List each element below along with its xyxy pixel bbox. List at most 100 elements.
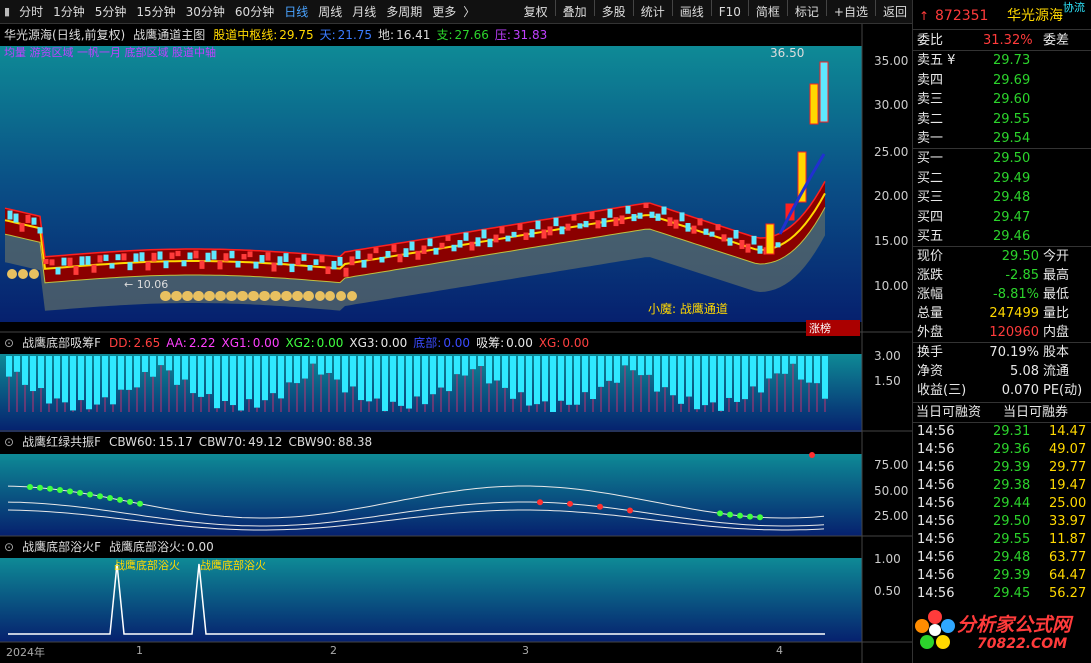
param-label: XG1:	[221, 336, 251, 350]
book-price: 29.73	[993, 53, 1031, 68]
book-row[interactable]: 卖五 ¥ 29.73	[913, 51, 1091, 70]
period-tab-1[interactable]: 1分钟	[48, 0, 90, 24]
tick-price: 29.38	[993, 478, 1031, 493]
book-row[interactable]: 买三 29.48	[913, 188, 1091, 207]
tool-button-7[interactable]: 标记	[790, 0, 824, 24]
book-row[interactable]: 卖四 29.69	[913, 71, 1091, 90]
tool-button-1[interactable]: 叠加	[558, 0, 592, 24]
low-price-value: 10.06	[136, 278, 169, 291]
period-tab-7[interactable]: 周线	[313, 0, 347, 24]
gongzhen-collapse-icon[interactable]: ⊙	[4, 433, 14, 451]
main-params: 股道中枢线: 29.75 天: 21.75 地: 16.41 支: 27.66 压: 31.83	[213, 26, 547, 44]
tool-button-3[interactable]: 统计	[636, 0, 670, 24]
book-row[interactable]: 卖二 29.55	[913, 110, 1091, 129]
xichou-bar	[542, 356, 548, 402]
period-tab-4[interactable]: 30分钟	[181, 0, 230, 24]
red-dot	[597, 503, 603, 510]
green-dot	[47, 485, 53, 492]
red-dot	[809, 452, 815, 458]
candle	[757, 245, 763, 254]
candle	[67, 257, 73, 267]
stock-label: 华光源海	[4, 28, 53, 42]
period-tab-9[interactable]: 多周期	[381, 0, 427, 24]
tab-margin-securities[interactable]: 当日可融券	[1003, 403, 1068, 422]
book-row[interactable]: 买四 29.47	[913, 208, 1091, 227]
stat-right-label: 最高	[1043, 268, 1070, 283]
period-tab-5[interactable]: 60分钟	[230, 0, 279, 24]
book-row[interactable]: 卖三 29.60	[913, 90, 1091, 109]
candle	[313, 259, 319, 265]
book-row[interactable]: 卖一 29.54	[913, 129, 1091, 148]
xichou-name[interactable]: 战鹰底部吸筹F	[22, 334, 101, 352]
tool-button-2[interactable]: 多股	[597, 0, 631, 24]
gongzhen-name[interactable]: 战鹰红绿共振F	[22, 433, 101, 451]
quote-right-hint[interactable]: 协流	[1063, 0, 1085, 19]
xichou-bar	[406, 356, 412, 409]
period-tab-6[interactable]: 日线	[279, 0, 313, 24]
candle	[19, 223, 25, 232]
candle	[535, 220, 541, 230]
candle	[97, 255, 103, 263]
tool-button-5[interactable]: F10	[714, 0, 746, 24]
green-dot	[77, 489, 83, 496]
xichou-bar	[710, 356, 716, 403]
candle	[553, 217, 559, 227]
toolbar-menu-icon[interactable]: ▮	[0, 5, 14, 18]
chart-area[interactable]: 华光源海 (日线,前复权) 战鹰通道主图 股道中枢线: 29.75 天: 21.75 地…	[0, 24, 912, 663]
book-price: 29.49	[993, 170, 1031, 186]
param-value: 49.12	[248, 435, 283, 449]
quote-arrow-icon[interactable]: ↑	[919, 5, 929, 27]
tool-button-0[interactable]: 复权	[519, 0, 553, 24]
period-tab-3[interactable]: 15分钟	[131, 0, 180, 24]
money-bag-icon	[171, 291, 181, 301]
limit-badge[interactable]: 涨榜	[806, 320, 860, 336]
tool-button-6[interactable]: 简框	[751, 0, 785, 24]
param-value: 29.75	[279, 28, 314, 42]
param-value: 0.00	[316, 336, 344, 350]
period-tab-8[interactable]: 月线	[347, 0, 381, 24]
low-price-label: ← 10.06	[124, 278, 169, 291]
more-arrow-icon[interactable]: 〉	[461, 0, 477, 24]
xichou-bar	[598, 356, 604, 387]
stat-row: 收益(三) 0.070 PE(动)	[913, 381, 1091, 400]
xichou-bar	[334, 356, 340, 380]
candle	[121, 253, 127, 261]
candle	[37, 227, 43, 234]
yuhuo-collapse-icon[interactable]: ⊙	[4, 538, 14, 556]
divider	[913, 29, 1091, 30]
tool-button-9[interactable]: 返回	[878, 0, 912, 24]
book-row[interactable]: 买一 29.50	[913, 149, 1091, 168]
xichou-collapse-icon[interactable]: ⊙	[4, 334, 14, 352]
book-label: 卖一	[917, 131, 944, 146]
period-tab-0[interactable]: 分时	[14, 0, 48, 24]
yuhuo-name[interactable]: 战鹰底部浴火F	[22, 538, 101, 556]
book-row[interactable]: 买五 29.46	[913, 227, 1091, 246]
tab-margin-financing[interactable]: 当日可融资	[916, 403, 981, 422]
green-dot	[87, 491, 93, 498]
candle	[661, 206, 667, 215]
period-tab-10[interactable]: 更多	[427, 0, 461, 24]
xichou-bar	[262, 356, 268, 401]
xichou-bar	[118, 356, 124, 390]
period-tab-2[interactable]: 5分钟	[90, 0, 132, 24]
candle	[583, 220, 589, 228]
xichou-bar	[374, 356, 380, 399]
xichou-bar	[654, 356, 660, 392]
xichou-bar	[430, 356, 436, 395]
indicator-name[interactable]: 战鹰通道主图	[133, 26, 205, 44]
gongzhen-header: ⊙ 战鹰红绿共振F CBW60: 15.17 CBW70: 49.12 CBW90: 88…	[0, 433, 372, 451]
toolbar-separator	[710, 0, 712, 16]
param-value: 16.41	[396, 28, 431, 42]
candle	[61, 257, 67, 266]
book-row[interactable]: 买二 29.49	[913, 169, 1091, 188]
xichou-bar	[558, 356, 564, 401]
tool-button-4[interactable]: 画线	[675, 0, 709, 24]
tool-button-8[interactable]: +自选	[829, 0, 873, 24]
tick-time: 14:56	[917, 478, 955, 493]
param-value: 0.00	[187, 540, 214, 554]
tick-row: 14:56 29.38 19.47	[913, 477, 1091, 495]
xichou-bar	[358, 356, 364, 401]
toolbar-separator	[825, 0, 827, 16]
xichou-bar	[614, 356, 620, 383]
xichou-bar	[350, 356, 356, 387]
